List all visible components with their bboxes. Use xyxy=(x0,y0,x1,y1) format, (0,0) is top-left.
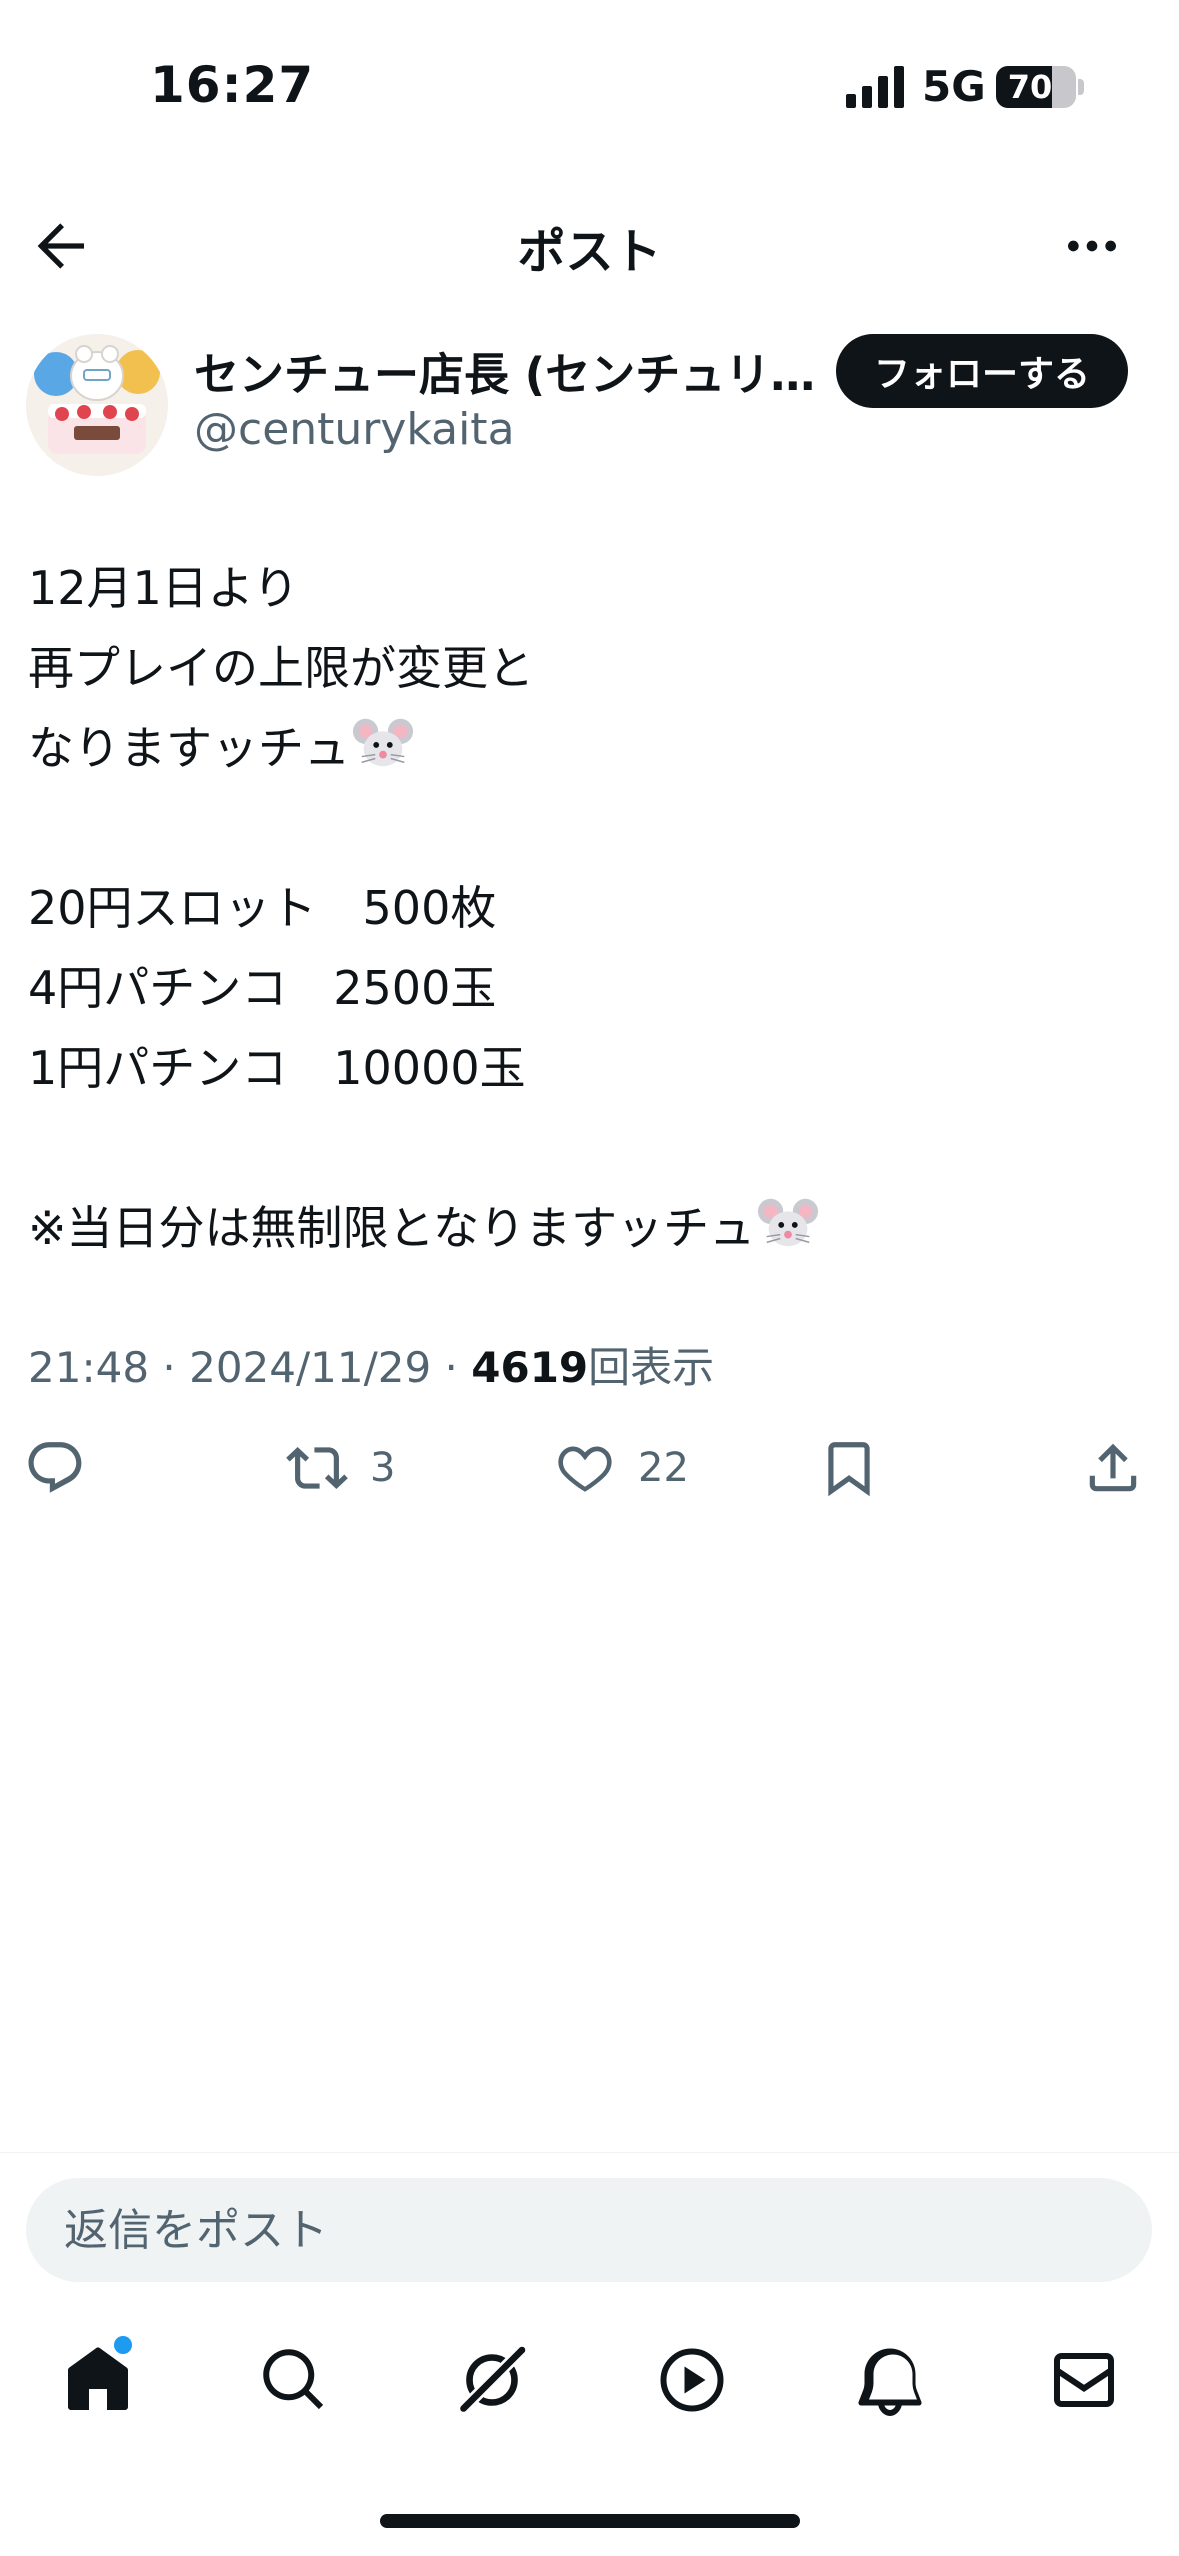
follow-button[interactable]: フォローする xyxy=(836,334,1128,408)
like-button[interactable]: 22 xyxy=(554,1428,689,1508)
mouse-face-icon xyxy=(758,1198,819,1247)
heart-icon xyxy=(558,1446,612,1492)
like-count: 22 xyxy=(638,1445,689,1491)
retweet-icon xyxy=(286,1447,348,1489)
messages-icon xyxy=(1053,2353,1114,2407)
action-bar: 3 22 xyxy=(0,1428,1179,1508)
tweet-line: 20円スロット 500枚 xyxy=(28,881,497,935)
reply-icon xyxy=(28,1442,82,1493)
avatar[interactable] xyxy=(26,334,168,476)
network-type: 5G xyxy=(922,62,986,111)
more-icon[interactable] xyxy=(1060,214,1124,278)
meta-separator: · xyxy=(431,1343,472,1392)
notifications-icon xyxy=(858,2348,922,2416)
tweet-line-text: ※当日分は無制限となりますッチュ xyxy=(28,1201,756,1255)
views-count[interactable]: 4619 xyxy=(471,1343,588,1392)
reply-divider xyxy=(0,2152,1179,2153)
mouse-face-icon xyxy=(352,718,414,767)
tab-home[interactable] xyxy=(62,2344,134,2416)
tweet-line: 4円パチンコ 2500玉 xyxy=(28,961,497,1015)
home-icon xyxy=(68,2347,128,2410)
tweet-line xyxy=(28,788,1148,868)
tweet-line: 1円パチンコ 10000玉 xyxy=(28,1041,526,1095)
tweet-line-text: なりますッチュ xyxy=(28,721,350,775)
views-label[interactable]: 回表示 xyxy=(588,1343,714,1392)
signal-icon xyxy=(846,66,904,108)
meta-separator: · xyxy=(149,1343,190,1392)
author-display-name[interactable]: センチュー店長 (センチュリ… xyxy=(194,338,814,403)
avatar-illustration xyxy=(26,334,168,476)
bookmark-button[interactable] xyxy=(818,1428,880,1508)
status-bar: 16:27 5G 70 xyxy=(0,0,1179,170)
home-indicator[interactable] xyxy=(380,2514,800,2528)
tab-video[interactable] xyxy=(656,2344,728,2416)
retweet-count: 3 xyxy=(370,1445,396,1491)
battery-level: 70 xyxy=(1007,68,1053,106)
share-icon xyxy=(1089,1443,1137,1492)
reply-input[interactable] xyxy=(26,2178,1152,2282)
tweet-text: 12月1日より 再プレイの上限が変更と なりますッチュ 20円スロット 500枚… xyxy=(28,548,1148,1268)
bookmark-icon xyxy=(828,1442,870,1497)
retweet-button[interactable]: 3 xyxy=(286,1428,395,1508)
battery-cap xyxy=(1078,79,1084,95)
tweet-line: 12月1日より xyxy=(28,561,299,615)
tweet-date[interactable]: 2024/11/29 xyxy=(189,1343,431,1392)
status-time: 16:27 xyxy=(150,56,315,114)
battery-icon: 70 xyxy=(996,66,1076,108)
tweet-line: なりますッチュ xyxy=(28,708,1148,788)
tab-grok[interactable] xyxy=(456,2344,528,2416)
video-icon xyxy=(660,2348,724,2412)
page-title: ポスト xyxy=(517,224,662,280)
search-icon xyxy=(263,2349,324,2410)
nav-header: ポスト xyxy=(0,190,1179,300)
grok-icon xyxy=(460,2346,526,2412)
tab-notifications[interactable] xyxy=(854,2344,926,2416)
tab-messages[interactable] xyxy=(1048,2344,1120,2416)
tab-search[interactable] xyxy=(258,2344,330,2416)
tweet-time[interactable]: 21:48 xyxy=(28,1343,149,1392)
home-notification-dot xyxy=(114,2336,132,2354)
tweet-line xyxy=(28,1108,1148,1188)
tweet-meta: 21:48 · 2024/11/29 · 4619回表示 xyxy=(28,1334,714,1395)
tweet-line: ※当日分は無制限となりますッチュ xyxy=(28,1188,1148,1268)
author-handle[interactable]: @centurykaita xyxy=(194,404,515,455)
tweet-line: 再プレイの上限が変更と xyxy=(28,641,534,695)
share-button[interactable] xyxy=(1082,1428,1144,1508)
reply-button[interactable] xyxy=(24,1428,108,1508)
tab-bar xyxy=(0,2330,1179,2430)
